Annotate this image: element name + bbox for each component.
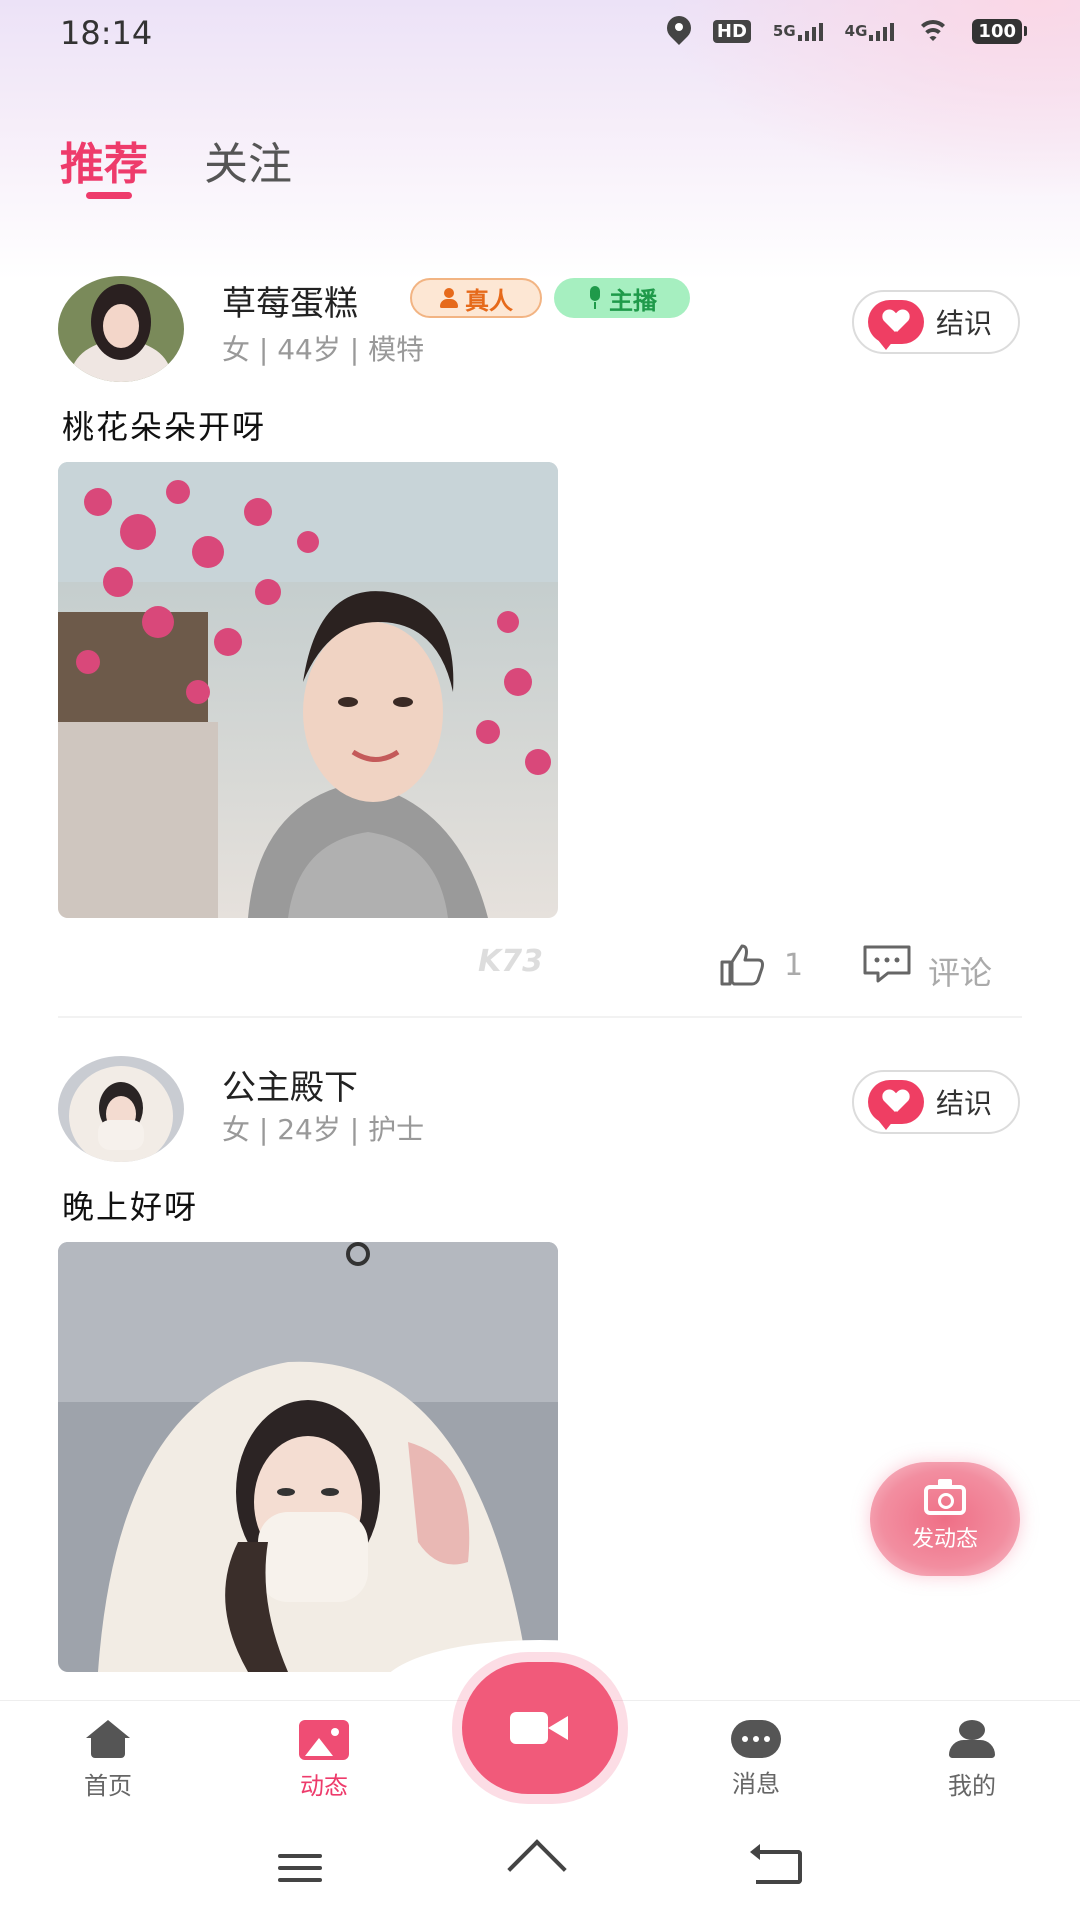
status-bar: 18:14 HD 5G 4G 100 xyxy=(0,0,1080,66)
post-moment-button[interactable]: 发动态 xyxy=(870,1462,1020,1576)
moments-icon xyxy=(299,1720,349,1760)
system-nav-bar xyxy=(0,1810,1080,1920)
post-text: 桃花朵朵开呀 xyxy=(62,408,267,446)
tab-recommend[interactable]: 推荐 xyxy=(60,128,148,199)
comment-icon[interactable] xyxy=(862,944,912,984)
post-text: 晚上好呀 xyxy=(62,1188,199,1226)
tab-following[interactable]: 关注 xyxy=(204,128,292,192)
hd-icon: HD xyxy=(712,19,751,43)
post-user-meta: 女 | 24岁 | 护士 xyxy=(222,1113,425,1146)
status-time: 18:14 xyxy=(60,14,153,52)
like-icon[interactable] xyxy=(718,942,766,988)
message-icon xyxy=(731,1720,781,1758)
avatar[interactable] xyxy=(58,276,184,382)
post-photo[interactable] xyxy=(58,1242,558,1672)
anchor-badge-label: 主播 xyxy=(609,286,657,315)
tab-following-label: 关注 xyxy=(204,139,292,190)
battery-icon: 100 xyxy=(972,18,1027,44)
home-icon xyxy=(82,1720,134,1760)
avatar[interactable] xyxy=(58,1056,184,1162)
camera-icon xyxy=(924,1479,966,1515)
like-count: 1 xyxy=(784,948,804,983)
video-call-button[interactable] xyxy=(462,1662,618,1794)
post-username[interactable]: 公主殿下 xyxy=(222,1060,358,1109)
active-tab-indicator xyxy=(86,192,132,199)
watermark: K73 xyxy=(478,944,543,979)
person-icon xyxy=(439,288,459,308)
post-user-meta: 女 | 44岁 | 模特 xyxy=(222,333,425,366)
post-actions: K73 1 评论 xyxy=(0,942,1080,1002)
anchor-badge: 主播 xyxy=(554,278,690,318)
heart-chat-icon xyxy=(868,300,924,350)
nav-label-messages: 消息 xyxy=(732,1770,780,1798)
nav-label-profile: 我的 xyxy=(948,1772,996,1800)
status-icons: HD 5G 4G 100 xyxy=(667,16,1027,46)
meet-button[interactable]: 结识 xyxy=(852,290,1020,354)
video-camera-icon xyxy=(510,1712,570,1744)
comment-button-label[interactable]: 评论 xyxy=(928,948,992,994)
microphone-icon xyxy=(587,286,603,310)
system-back-icon[interactable] xyxy=(750,1844,802,1884)
post-photo[interactable] xyxy=(58,462,558,918)
heart-chat-icon xyxy=(868,1080,924,1130)
post-moment-label: 发动态 xyxy=(911,1527,978,1552)
nav-label-home: 首页 xyxy=(84,1772,132,1800)
post-divider xyxy=(58,1016,1022,1018)
signal-4g-icon: 4G xyxy=(845,21,895,41)
nav-label-moments: 动态 xyxy=(300,1772,348,1800)
meet-button-label: 结识 xyxy=(936,307,993,340)
feed-tabs: 推荐 关注 xyxy=(60,128,292,199)
nav-item-home[interactable]: 首页 xyxy=(48,1720,168,1801)
recents-menu-icon[interactable] xyxy=(278,1854,322,1882)
post-username[interactable]: 草莓蛋糕 xyxy=(222,276,358,325)
real-badge-label: 真人 xyxy=(465,286,513,315)
nav-item-profile[interactable]: 我的 xyxy=(912,1720,1032,1801)
nav-item-messages[interactable]: 消息 xyxy=(696,1720,816,1799)
location-icon xyxy=(667,16,691,46)
meet-button[interactable]: 结识 xyxy=(852,1070,1020,1134)
signal-5g-icon: 5G xyxy=(773,21,823,41)
profile-icon xyxy=(947,1720,997,1760)
nav-item-moments[interactable]: 动态 xyxy=(264,1720,384,1801)
wifi-icon xyxy=(916,18,951,44)
system-home-icon[interactable] xyxy=(510,1848,570,1888)
real-person-badge: 真人 xyxy=(410,278,542,318)
tab-recommend-label: 推荐 xyxy=(60,139,148,190)
meet-button-label: 结识 xyxy=(936,1087,993,1120)
